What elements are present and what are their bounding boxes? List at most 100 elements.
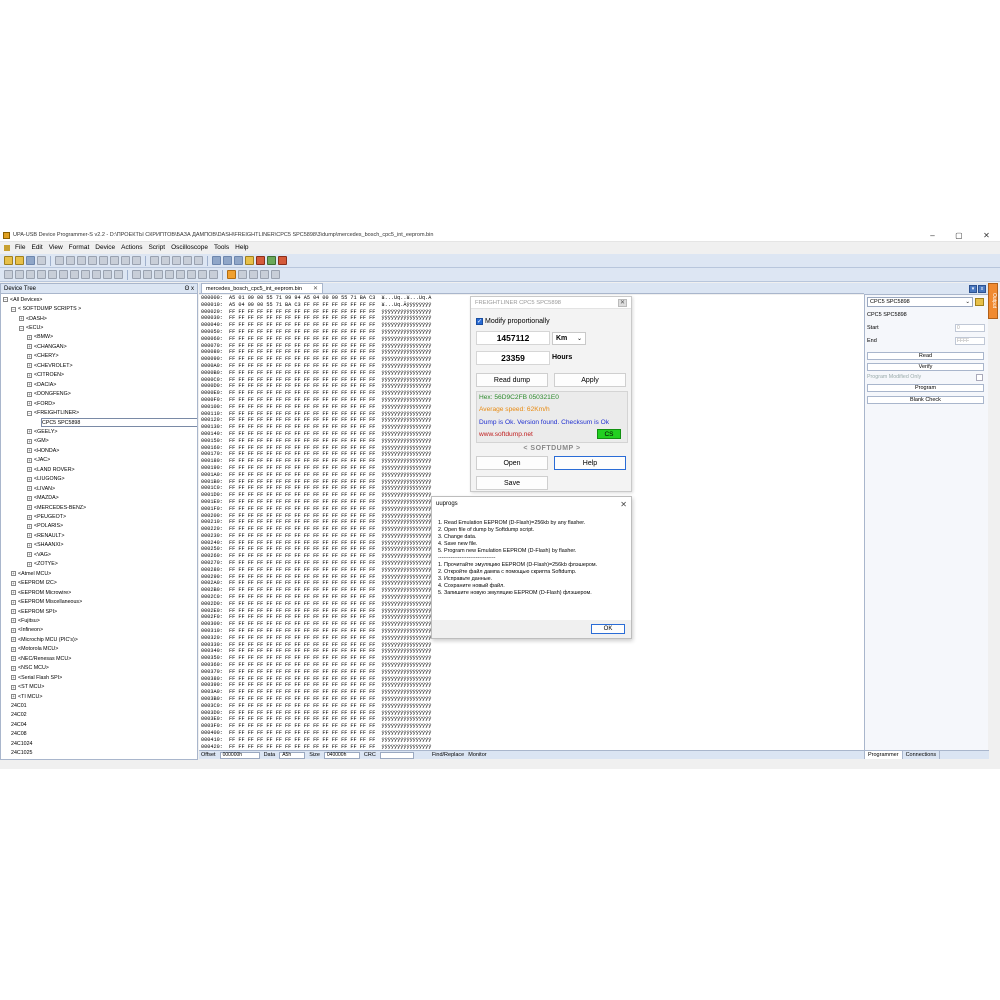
apply-button[interactable]: Apply xyxy=(554,373,626,387)
next-icon[interactable] xyxy=(15,270,24,279)
verify-chip-icon[interactable] xyxy=(223,256,232,265)
tree-item[interactable]: + <LIVAN> xyxy=(27,484,55,493)
unit-select[interactable]: Km ⌄ xyxy=(552,332,586,345)
collapse-icon[interactable]: − xyxy=(19,325,24,331)
print-icon[interactable] xyxy=(55,256,64,265)
hex-row[interactable]: 000350: FF FF FF FF FF FF FF FF FF FF FF… xyxy=(201,655,474,662)
expand-icon[interactable]: + xyxy=(27,363,32,369)
settings-icon[interactable] xyxy=(260,270,269,279)
run-icon[interactable] xyxy=(267,256,276,265)
window-icon[interactable] xyxy=(194,256,203,265)
tab-close-icon[interactable]: ✕ xyxy=(313,285,318,292)
hex-row[interactable]: 000140: FF FF FF FF FF FF FF FF FF FF FF… xyxy=(201,431,474,438)
monitor-icon[interactable] xyxy=(249,270,258,279)
expand-icon[interactable]: + xyxy=(11,609,16,615)
compare-icon[interactable] xyxy=(81,270,90,279)
tree-item[interactable]: + <DASH> xyxy=(19,314,47,323)
tree-item[interactable]: + <HONDA> xyxy=(27,446,59,455)
hex-row[interactable]: 0000F0: FF FF FF FF FF FF FF FF FF FF FF… xyxy=(201,397,474,404)
hours-input[interactable]: 23359 xyxy=(476,351,550,365)
expand-icon[interactable]: + xyxy=(27,533,32,539)
first-icon[interactable] xyxy=(26,270,35,279)
expand-icon[interactable]: + xyxy=(27,448,32,454)
expand-icon[interactable]: + xyxy=(27,391,32,397)
prev-icon[interactable] xyxy=(4,270,13,279)
hex-row[interactable]: 0000B0: FF FF FF FF FF FF FF FF FF FF FF… xyxy=(201,370,474,377)
expand-icon[interactable]: + xyxy=(11,637,16,643)
collapse-icon[interactable]: − xyxy=(27,410,32,416)
expand-icon[interactable]: + xyxy=(27,334,32,340)
tree-item[interactable]: + <EEPROM I2C> xyxy=(11,579,57,588)
crc-field[interactable] xyxy=(379,751,414,759)
offset-field[interactable]: 000000h xyxy=(219,751,260,759)
expand-icon[interactable]: + xyxy=(27,344,32,350)
expand-icon[interactable]: + xyxy=(27,401,32,407)
hex-row[interactable]: 0003C0: FF FF FF FF FF FF FF FF FF FF FF… xyxy=(201,703,474,710)
menu-tools[interactable]: Tools xyxy=(211,244,232,251)
tree-item[interactable]: + <Atmel MCU> xyxy=(11,569,51,578)
tree-item[interactable]: + <DACIA> xyxy=(27,380,56,389)
hex-row[interactable]: 0001C0: FF FF FF FF FF FF FF FF FF FF FF… xyxy=(201,485,474,492)
erase-chip-icon[interactable] xyxy=(234,256,243,265)
layout-icon[interactable] xyxy=(183,256,192,265)
read-chip-icon[interactable] xyxy=(212,256,221,265)
hex-icon[interactable] xyxy=(209,270,218,279)
panel-menu-icon[interactable]: ▾ xyxy=(969,285,977,293)
expand-icon[interactable]: + xyxy=(11,627,16,633)
tree-item[interactable]: + <Motorola MCU> xyxy=(11,645,58,654)
delete-icon[interactable] xyxy=(110,256,119,265)
tree-item[interactable]: − <ECU> xyxy=(19,323,43,332)
tree-item[interactable]: 24C02 xyxy=(11,711,27,720)
expand-icon[interactable]: + xyxy=(11,694,16,700)
freightliner-close-button[interactable]: ✕ xyxy=(618,298,627,307)
maximize-button[interactable]: ▢ xyxy=(955,231,963,240)
undo-icon[interactable] xyxy=(121,256,130,265)
expand-icon[interactable]: + xyxy=(27,552,32,558)
hex-row[interactable]: 000130: FF FF FF FF FF FF FF FF FF FF FF… xyxy=(201,424,474,431)
hex-row[interactable]: 000100: FF FF FF FF FF FF FF FF FF FF FF… xyxy=(201,404,474,411)
tree-item[interactable]: − < SOFTDUMP SCRIPTS > xyxy=(11,304,81,313)
tree-item[interactable]: + <GM> xyxy=(27,437,49,446)
tree-item[interactable]: CPC5 SPC5898 xyxy=(41,417,197,428)
minimize-button[interactable]: – xyxy=(930,231,934,240)
hex-row[interactable]: 0000E0: FF FF FF FF FF FF FF FF FF FF FF… xyxy=(201,390,474,397)
tree-item[interactable]: + <ST MCU> xyxy=(11,682,44,691)
expand-icon[interactable]: + xyxy=(11,599,16,605)
menu-actions[interactable]: Actions xyxy=(118,244,145,251)
device-select[interactable]: CPC5 SPC5898 ⌄ xyxy=(867,297,973,307)
folder-icon[interactable] xyxy=(975,298,984,306)
hex-row[interactable]: 000040: FF FF FF FF FF FF FF FF FF FF FF… xyxy=(201,322,474,329)
menu-script[interactable]: Script xyxy=(145,244,168,251)
fill-icon[interactable] xyxy=(70,270,79,279)
expand-icon[interactable]: + xyxy=(27,476,32,482)
cut-icon[interactable] xyxy=(77,256,86,265)
hex-row[interactable]: 0000C0: FF FF FF FF FF FF FF FF FF FF FF… xyxy=(201,377,474,384)
hex-row[interactable]: 000340: FF FF FF FF FF FF FF FF FF FF FF… xyxy=(201,648,474,655)
tree-item[interactable]: + <DONGFENG> xyxy=(27,390,71,399)
menu-view[interactable]: View xyxy=(46,244,66,251)
format-icon[interactable] xyxy=(114,270,123,279)
tree-item[interactable]: − <All Devices> xyxy=(3,295,42,304)
ascii-icon[interactable] xyxy=(198,270,207,279)
program-button[interactable]: Program xyxy=(867,384,984,392)
help-button[interactable]: Help xyxy=(554,456,626,470)
hex-row[interactable]: 000150: FF FF FF FF FF FF FF FF FF FF FF… xyxy=(201,438,474,445)
expand-icon[interactable]: + xyxy=(27,353,32,359)
modify-proportionally-checkbox[interactable]: ✓ Modify proportionally xyxy=(476,318,550,325)
hex-row[interactable]: 0003A0: FF FF FF FF FF FF FF FF FF FF FF… xyxy=(201,689,474,696)
monitor-tab[interactable]: Monitor xyxy=(468,752,486,758)
expand-icon[interactable]: + xyxy=(11,618,16,624)
hex-row[interactable]: 0003D0: FF FF FF FF FF FF FF FF FF FF FF… xyxy=(201,710,474,717)
menu-format[interactable]: Format xyxy=(66,244,93,251)
bookmark-icon[interactable] xyxy=(59,270,68,279)
menu-help[interactable]: Help xyxy=(232,244,251,251)
hex-row[interactable]: 000030: FF FF FF FF FF FF FF FF FF FF FF… xyxy=(201,315,474,322)
hex-row[interactable]: 000330: FF FF FF FF FF FF FF FF FF FF FF… xyxy=(201,642,474,649)
hex-row[interactable]: 000090: FF FF FF FF FF FF FF FF FF FF FF… xyxy=(201,356,474,363)
hex-row[interactable]: 000120: FF FF FF FF FF FF FF FF FF FF FF… xyxy=(201,417,474,424)
hex-row[interactable]: 0003B0: FF FF FF FF FF FF FF FF FF FF FF… xyxy=(201,696,474,703)
tree-item[interactable]: + <Microchip MCU (PIC's)> xyxy=(11,635,78,644)
tree-item[interactable]: + <FORD> xyxy=(27,399,55,408)
open-file-icon[interactable] xyxy=(15,256,24,265)
tree-item[interactable]: + <EEPROM SPI> xyxy=(11,607,57,616)
